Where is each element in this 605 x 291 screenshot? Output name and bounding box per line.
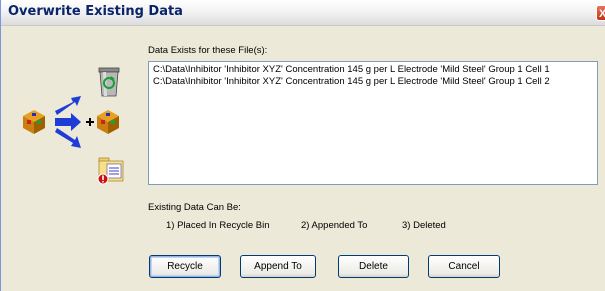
list-item[interactable]: C:\Data\Inhibitor 'Inhibitor XYZ' Concen… (153, 76, 593, 88)
file-list-heading: Data Exists for these File(s): (148, 45, 268, 56)
illustration (21, 60, 139, 190)
close-button[interactable]: X (596, 5, 605, 21)
option-append-text: 2) Appended To (301, 220, 368, 231)
plus-icon (86, 118, 94, 126)
cancel-button[interactable]: Cancel (428, 255, 500, 278)
overwrite-dialog: Overwrite Existing Data X (0, 0, 605, 291)
close-icon: X (599, 8, 605, 20)
options-heading: Existing Data Can Be: (148, 202, 241, 213)
recycle-button[interactable]: Recycle (149, 255, 221, 278)
dialog-title: Overwrite Existing Data (8, 4, 183, 19)
append-to-button[interactable]: Append To (240, 255, 316, 278)
title-bar[interactable]: Overwrite Existing Data X (1, 0, 605, 26)
recycle-bin-icon (98, 67, 120, 97)
option-delete-text: 3) Deleted (402, 220, 446, 231)
data-cube-icon (97, 110, 119, 134)
arrow-icon (55, 113, 81, 131)
option-recycle-text: 1) Placed In Recycle Bin (166, 220, 270, 231)
arrow-icon (55, 96, 81, 115)
data-cube-icon (23, 110, 45, 134)
arrow-icon (55, 128, 81, 148)
folder-error-icon (97, 157, 124, 185)
list-item[interactable]: C:\Data\Inhibitor 'Inhibitor XYZ' Concen… (153, 64, 593, 76)
delete-button[interactable]: Delete (338, 255, 409, 278)
file-list[interactable]: C:\Data\Inhibitor 'Inhibitor XYZ' Concen… (148, 61, 598, 185)
